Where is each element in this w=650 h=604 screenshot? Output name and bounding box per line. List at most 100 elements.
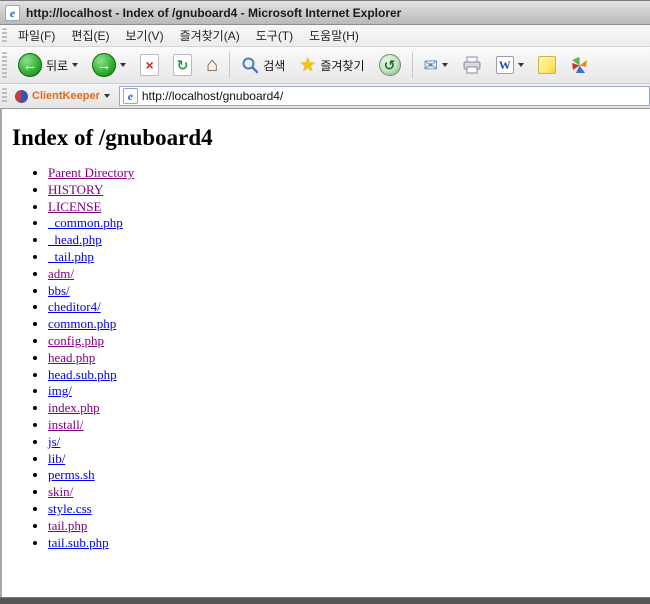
bottom-edge (0, 597, 650, 604)
standard-toolbar: ← 뒤로 → × ↻ ⌂ 검색 ★ 즐겨찾기 (0, 47, 650, 84)
directory-link[interactable]: head.sub.php (48, 367, 117, 382)
directory-link[interactable]: lib/ (48, 451, 65, 466)
list-item: install/ (48, 417, 650, 434)
print-icon (462, 56, 482, 74)
stop-icon: × (140, 54, 159, 76)
directory-link[interactable]: tail.php (48, 518, 87, 533)
note-icon (538, 56, 556, 74)
ie-page-icon: e (5, 5, 20, 21)
window-title: http://localhost - Index of /gnuboard4 -… (26, 6, 401, 20)
list-item: img/ (48, 383, 650, 400)
history-button[interactable]: ↺ (373, 50, 407, 80)
back-label: 뒤로 (46, 57, 68, 74)
menu-items: 파일(F) 편집(E) 보기(V) 즐겨찾기(A) 도구(T) 도움말(H) (10, 25, 367, 46)
page-content: Index of /gnuboard4 Parent Directory HIS… (0, 109, 650, 597)
word-dropdown-icon[interactable] (518, 63, 524, 67)
directory-link[interactable]: img/ (48, 383, 72, 398)
clientkeeper-logo-icon (15, 90, 28, 103)
menu-item[interactable]: 도구(T) (248, 25, 301, 46)
mail-icon: ✉ (424, 57, 438, 74)
clientkeeper-label: ClientKeeper (32, 90, 100, 102)
list-item: head.sub.php (48, 367, 650, 384)
list-item: adm/ (48, 266, 650, 283)
address-page-icon: e (123, 88, 138, 104)
mail-button[interactable]: ✉ (418, 53, 454, 78)
refresh-icon: ↻ (173, 54, 192, 76)
title-bar[interactable]: e http://localhost - Index of /gnuboard4… (0, 1, 650, 25)
forward-button[interactable]: → (86, 49, 132, 81)
search-button[interactable]: 검색 (235, 52, 291, 78)
refresh-button[interactable]: ↻ (167, 50, 198, 80)
list-item: _common.php (48, 215, 650, 232)
list-item: tail.php (48, 518, 650, 535)
home-button[interactable]: ⌂ (200, 51, 224, 79)
directory-link[interactable]: bbs/ (48, 283, 70, 298)
mail-dropdown-icon[interactable] (442, 63, 448, 67)
menu-item[interactable]: 도움말(H) (301, 25, 367, 46)
page-title: Index of /gnuboard4 (12, 125, 650, 151)
home-icon: ⌂ (206, 55, 218, 75)
list-item: index.php (48, 400, 650, 417)
messenger-note-button[interactable] (532, 52, 562, 78)
directory-link[interactable]: install/ (48, 417, 83, 432)
favorites-label: 즐겨찾기 (320, 57, 364, 74)
search-icon (241, 56, 259, 74)
list-item: js/ (48, 434, 650, 451)
messenger-button[interactable] (564, 52, 595, 79)
list-item: common.php (48, 316, 650, 333)
addressbar-grip[interactable] (2, 88, 7, 105)
directory-link[interactable]: config.php (48, 333, 104, 348)
clientkeeper-dropdown-icon[interactable] (104, 94, 110, 98)
word-icon: W (496, 56, 514, 74)
list-item: tail.sub.php (48, 535, 650, 552)
menubar-grip[interactable] (2, 28, 7, 43)
directory-link[interactable]: index.php (48, 400, 100, 415)
list-item: _head.php (48, 232, 650, 249)
address-field: e (119, 86, 650, 106)
directory-link[interactable]: head.php (48, 350, 95, 365)
list-item: perms.sh (48, 467, 650, 484)
directory-link[interactable]: cheditor4/ (48, 299, 101, 314)
back-icon: ← (18, 53, 42, 77)
directory-link[interactable]: _tail.php (48, 249, 94, 264)
toolbar-grip[interactable] (2, 52, 7, 77)
menu-bar: 파일(F) 편집(E) 보기(V) 즐겨찾기(A) 도구(T) 도움말(H) (0, 25, 650, 47)
list-item: style.css (48, 501, 650, 518)
list-item: bbs/ (48, 283, 650, 300)
directory-link[interactable]: js/ (48, 434, 60, 449)
menu-item[interactable]: 파일(F) (10, 25, 63, 46)
clientkeeper-button[interactable]: ClientKeeper (10, 88, 115, 105)
directory-link[interactable]: LICENSE (48, 199, 101, 214)
menu-item[interactable]: 즐겨찾기(A) (172, 25, 248, 46)
menu-item[interactable]: 편집(E) (63, 25, 117, 46)
edit-with-word-button[interactable]: W (490, 52, 530, 78)
menu-item[interactable]: 보기(V) (117, 25, 171, 46)
directory-link[interactable]: skin/ (48, 484, 73, 499)
directory-link[interactable]: tail.sub.php (48, 535, 109, 550)
directory-link[interactable]: HISTORY (48, 182, 103, 197)
history-icon: ↺ (379, 54, 401, 76)
directory-link[interactable]: _head.php (48, 232, 102, 247)
favorites-button[interactable]: ★ 즐겨찾기 (293, 52, 370, 79)
directory-listing: Parent Directory HISTORY LICENSE _common… (12, 165, 650, 551)
stop-button[interactable]: × (134, 50, 165, 80)
browser-window: e http://localhost - Index of /gnuboard4… (0, 0, 650, 604)
back-button[interactable]: ← 뒤로 (12, 49, 84, 81)
directory-link[interactable]: style.css (48, 501, 92, 516)
address-input[interactable] (142, 89, 646, 103)
forward-icon: → (92, 53, 116, 77)
directory-link[interactable]: adm/ (48, 266, 74, 281)
favorites-star-icon: ★ (299, 56, 316, 75)
toolbar-separator (412, 52, 413, 78)
forward-dropdown-icon[interactable] (120, 63, 126, 67)
directory-link[interactable]: perms.sh (48, 467, 95, 482)
directory-link[interactable]: Parent Directory (48, 165, 134, 180)
directory-link[interactable]: _common.php (48, 215, 123, 230)
pinwheel-icon (570, 56, 589, 75)
list-item: skin/ (48, 484, 650, 501)
list-item: HISTORY (48, 182, 650, 199)
directory-link[interactable]: common.php (48, 316, 116, 331)
address-bar: ClientKeeper e (0, 84, 650, 109)
back-dropdown-icon[interactable] (72, 63, 78, 67)
print-button[interactable] (456, 52, 488, 78)
